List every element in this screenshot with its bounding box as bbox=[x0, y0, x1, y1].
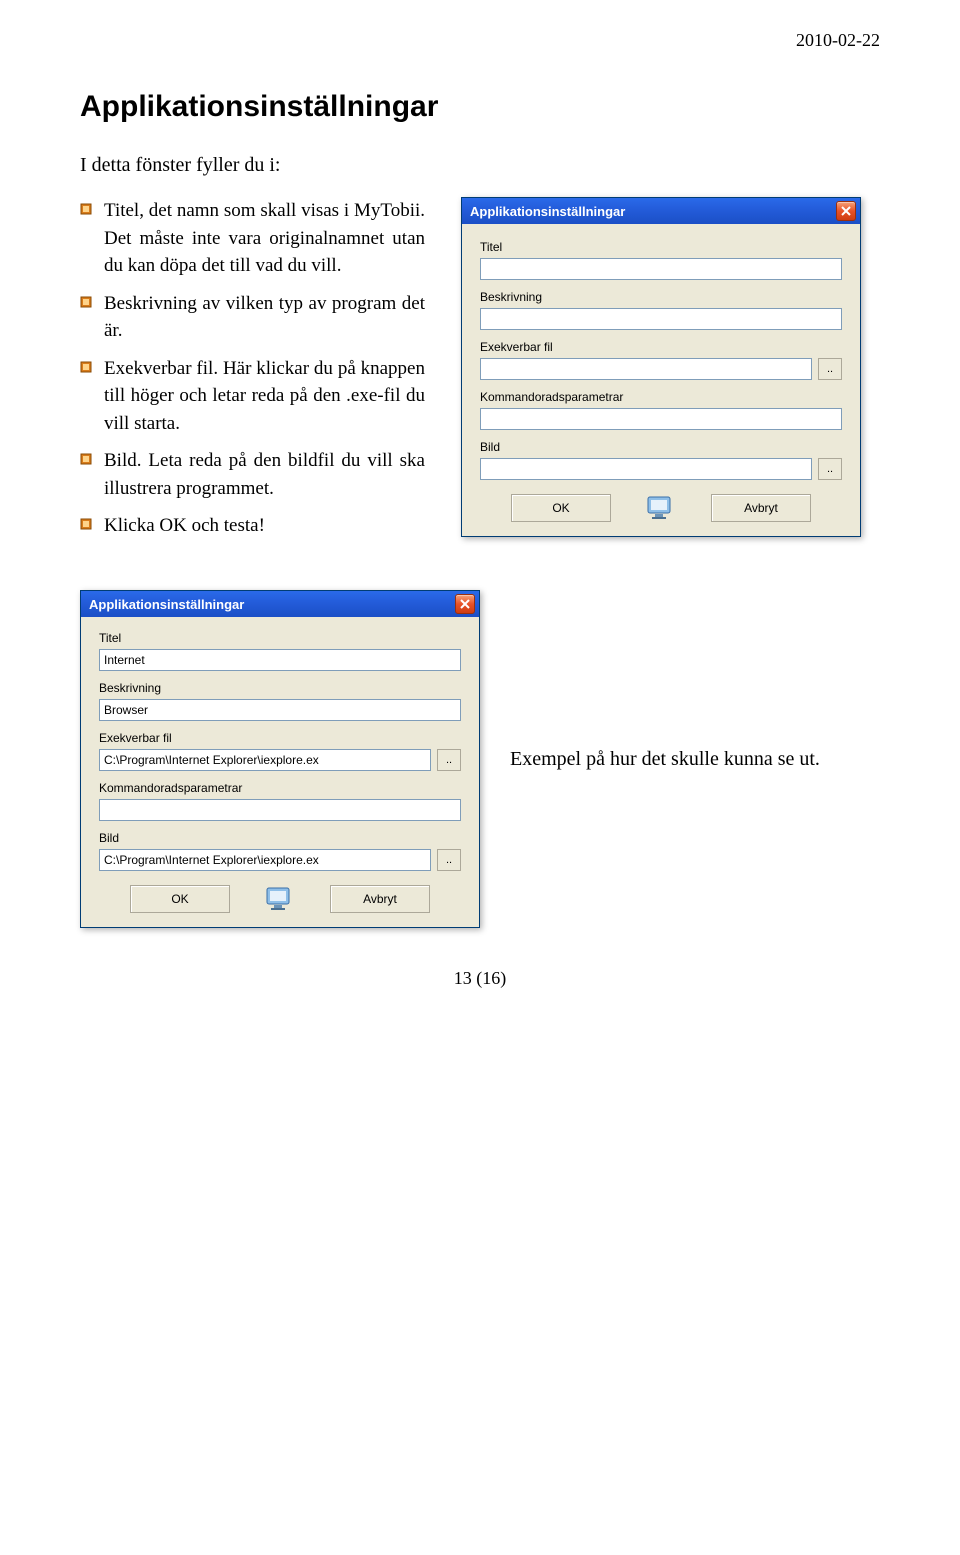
label-beskrivning: Beskrivning bbox=[480, 290, 842, 304]
bullet-icon bbox=[80, 203, 92, 215]
input-bild[interactable] bbox=[99, 849, 431, 871]
browse-bild-button[interactable]: .. bbox=[437, 849, 461, 871]
input-beskrivning[interactable] bbox=[480, 308, 842, 330]
bullet-icon bbox=[80, 361, 92, 373]
label-exe: Exekverbar fil bbox=[480, 340, 842, 354]
bullet-text: Exekverbar fil. Här klickar du på knappe… bbox=[104, 358, 425, 434]
label-beskrivning: Beskrivning bbox=[99, 681, 461, 695]
browse-exe-button[interactable]: .. bbox=[818, 358, 842, 380]
input-exe[interactable] bbox=[480, 358, 812, 380]
page-title: Applikationsinställningar bbox=[80, 90, 880, 124]
list-item: Bild. Leta reda på den bildfil du vill s… bbox=[80, 447, 425, 502]
bullet-icon bbox=[80, 453, 92, 465]
browse-exe-button[interactable]: .. bbox=[437, 749, 461, 771]
settings-dialog-empty: Applikationsinställningar Titel Beskrivn… bbox=[461, 197, 861, 537]
ok-button[interactable]: OK bbox=[130, 885, 230, 913]
input-titel[interactable] bbox=[480, 258, 842, 280]
bullet-text: Beskrivning av vilken typ av program det… bbox=[104, 293, 425, 342]
label-exe: Exekverbar fil bbox=[99, 731, 461, 745]
list-item: Exekverbar fil. Här klickar du på knappe… bbox=[80, 355, 425, 438]
input-kommando[interactable] bbox=[99, 799, 461, 821]
label-bild: Bild bbox=[99, 831, 461, 845]
ok-button[interactable]: OK bbox=[511, 494, 611, 522]
label-titel: Titel bbox=[480, 240, 842, 254]
label-kommando: Kommandoradsparametrar bbox=[480, 390, 842, 404]
list-item: Klicka OK och testa! bbox=[80, 512, 425, 540]
input-bild[interactable] bbox=[480, 458, 812, 480]
settings-dialog-filled: Applikationsinställningar Titel Beskrivn… bbox=[80, 590, 480, 928]
dialog-titlebar[interactable]: Applikationsinställningar bbox=[81, 591, 479, 617]
input-exe[interactable] bbox=[99, 749, 431, 771]
input-kommando[interactable] bbox=[480, 408, 842, 430]
list-item: Titel, det namn som skall visas i MyTobi… bbox=[80, 197, 425, 280]
input-titel[interactable] bbox=[99, 649, 461, 671]
list-item: Beskrivning av vilken typ av program det… bbox=[80, 290, 425, 345]
cancel-button[interactable]: Avbryt bbox=[711, 494, 811, 522]
bullet-text: Titel, det namn som skall visas i MyTobi… bbox=[104, 200, 425, 276]
bullet-text: Klicka OK och testa! bbox=[104, 515, 265, 536]
close-icon[interactable] bbox=[836, 201, 856, 221]
bullet-list: Titel, det namn som skall visas i MyTobi… bbox=[80, 197, 425, 540]
document-date: 2010-02-22 bbox=[796, 30, 880, 51]
label-bild: Bild bbox=[480, 440, 842, 454]
dialog-titlebar[interactable]: Applikationsinställningar bbox=[462, 198, 860, 224]
dialog-title: Applikationsinställningar bbox=[470, 204, 625, 219]
monitor-icon bbox=[260, 885, 300, 913]
bullet-icon bbox=[80, 518, 92, 530]
bullet-icon bbox=[80, 296, 92, 308]
cancel-button[interactable]: Avbryt bbox=[330, 885, 430, 913]
label-titel: Titel bbox=[99, 631, 461, 645]
input-beskrivning[interactable] bbox=[99, 699, 461, 721]
close-icon[interactable] bbox=[455, 594, 475, 614]
page-number: 13 (16) bbox=[80, 968, 880, 989]
browse-bild-button[interactable]: .. bbox=[818, 458, 842, 480]
bullet-text: Bild. Leta reda på den bildfil du vill s… bbox=[104, 450, 425, 499]
monitor-icon bbox=[641, 494, 681, 522]
dialog-title: Applikationsinställningar bbox=[89, 597, 244, 612]
label-kommando: Kommandoradsparametrar bbox=[99, 781, 461, 795]
intro-text: I detta fönster fyller du i: bbox=[80, 154, 880, 177]
example-caption: Exempel på hur det skulle kunna se ut. bbox=[510, 748, 820, 771]
